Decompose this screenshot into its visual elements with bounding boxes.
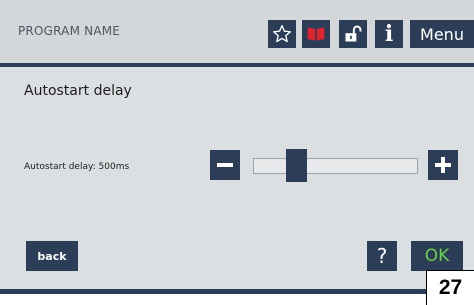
header-bar: PROGRAM NAME i Menu bbox=[0, 0, 474, 63]
footer-divider bbox=[0, 289, 474, 294]
help-button[interactable]: ? bbox=[367, 241, 397, 271]
favorite-button[interactable] bbox=[268, 20, 296, 48]
autostart-delay-label: Autostart delay: 500ms bbox=[24, 162, 130, 172]
book-icon bbox=[307, 27, 325, 41]
slider-thumb[interactable] bbox=[286, 149, 307, 182]
menu-button[interactable]: Menu bbox=[410, 20, 474, 48]
unlock-icon bbox=[345, 25, 362, 42]
header-divider bbox=[0, 63, 474, 67]
minus-icon bbox=[217, 163, 233, 167]
device-screen: PROGRAM NAME i Menu Autostart delay Auto… bbox=[0, 0, 474, 294]
back-button[interactable]: back bbox=[26, 241, 78, 271]
lock-button[interactable] bbox=[339, 20, 367, 48]
page-number-badge: 27 bbox=[426, 270, 474, 305]
increase-button[interactable] bbox=[428, 150, 458, 180]
star-icon bbox=[273, 25, 291, 43]
manual-button[interactable] bbox=[302, 20, 330, 48]
slider-track[interactable] bbox=[253, 158, 418, 174]
ok-button[interactable]: OK bbox=[411, 241, 463, 271]
page-title: Autostart delay bbox=[24, 83, 132, 99]
program-name: PROGRAM NAME bbox=[18, 24, 121, 38]
info-button[interactable]: i bbox=[375, 20, 403, 48]
decrease-button[interactable] bbox=[210, 150, 240, 180]
